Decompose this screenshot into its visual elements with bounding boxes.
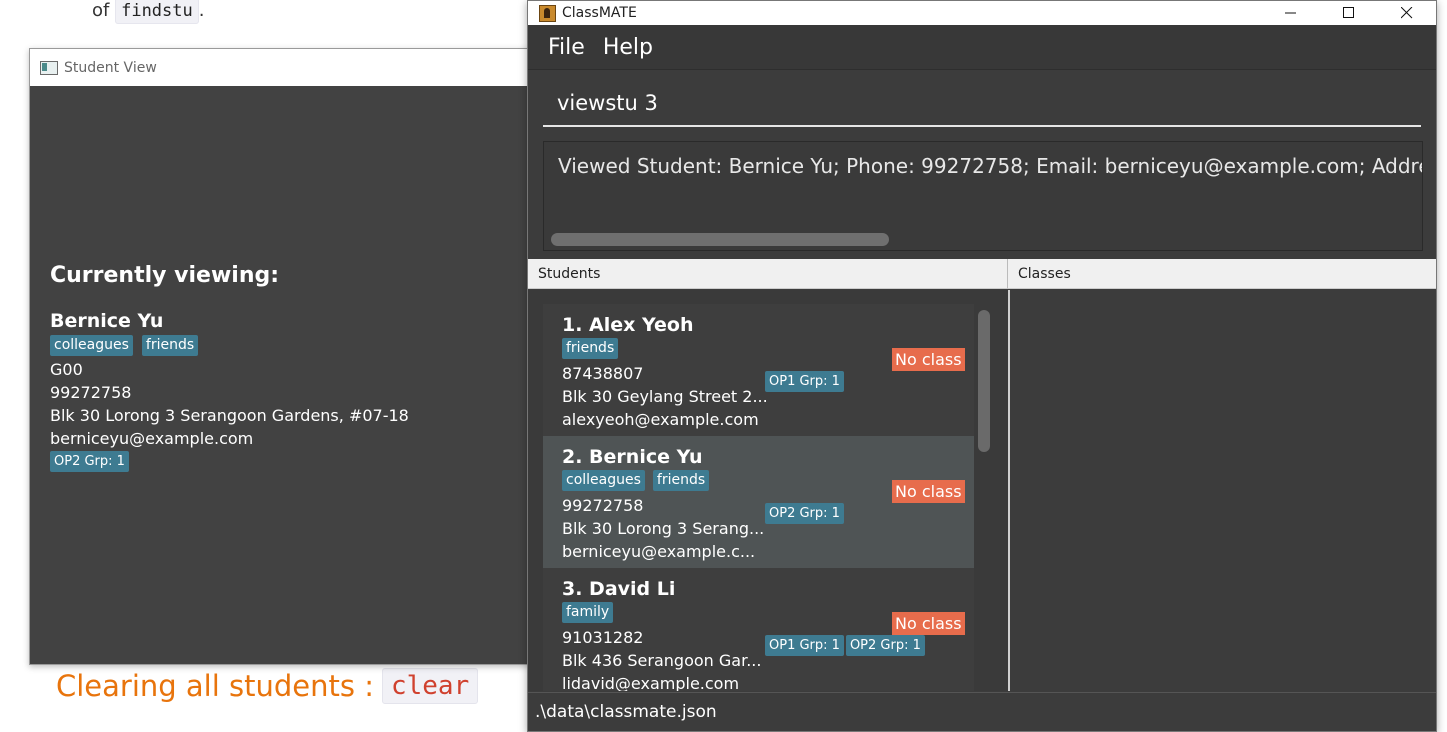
student-card-name: 3. David Li [562,578,676,600]
doc-heading-text: Clearing all students : [56,669,374,703]
no-class-badge: No class [892,612,965,635]
student-view-body: Currently viewing: Bernice Yu colleagues… [50,263,409,472]
no-class-badge: No class [892,480,965,503]
student-card-email: berniceyu@example.c... [562,542,756,561]
result-horizontal-scrollbar[interactable] [551,233,889,246]
window-app-icon [40,60,58,75]
tag-family: family [562,602,614,623]
student-card-phone: 87438807 [562,364,644,383]
student-address: Blk 30 Lorong 3 Serangoon Gardens, #07-1… [50,406,409,425]
student-card-tags: family [562,602,614,623]
student-card[interactable]: 1. Alex Yeoh friends 87438807 Blk 30 Gey… [543,304,974,436]
student-card-email: alexyeoh@example.com [562,410,759,429]
maximize-button[interactable] [1320,1,1378,25]
doc-code-clear: clear [381,668,479,704]
menu-file[interactable]: File [548,35,585,60]
maximize-icon [1343,7,1354,18]
classmate-app-icon [539,4,556,22]
student-card[interactable]: 3. David Li family 91031282 Blk 436 Sera… [543,568,974,691]
tag-friends: friends [562,338,619,359]
student-card-name: 1. Alex Yeoh [562,314,694,336]
student-card-tags: friends [562,338,619,359]
class-list[interactable] [1010,290,1436,691]
group-badge: OP1 Grp: 1 [765,371,844,392]
tag-friends: friends [141,335,199,356]
window-controls [1262,1,1436,25]
student-group-badge: OP2 Grp: 1 [50,451,129,472]
student-card-groups: OP1 Grp: 1 [765,371,844,392]
group-badge: OP1 Grp: 1 [765,635,844,656]
classmate-title: ClassMATE [562,5,637,21]
student-card-address: Blk 30 Geylang Street 2... [562,387,768,406]
menu-help[interactable]: Help [603,35,653,60]
command-box [543,83,1421,127]
students-panel-header: Students [528,259,1008,289]
student-card-address: Blk 30 Lorong 3 Serang... [562,519,765,538]
classmate-titlebar[interactable]: ClassMATE [528,1,1436,25]
currently-viewing-heading: Currently viewing: [50,263,280,288]
tag-colleagues: colleagues [562,470,645,491]
menu-bar: File Help [528,25,1436,70]
student-list-scrollbar[interactable] [978,310,990,452]
student-phone: 99272758 [50,383,132,402]
student-card-email: lidavid@example.com [562,674,740,691]
student-card-name: 2. Bernice Yu [562,446,703,468]
doc-code-findstu: findstu [115,0,199,24]
student-view-titlebar[interactable]: Student View [30,49,550,86]
student-card-groups: OP1 Grp: 1 OP2 Grp: 1 [765,635,925,656]
result-text: Viewed Student: Bernice Yu; Phone: 99272… [558,154,1422,178]
student-card-tags: colleagues friends [562,470,710,491]
close-icon [1401,7,1413,19]
doc-section-heading: Clearing all students : clear [56,668,479,704]
student-class-code: G00 [50,360,83,379]
doc-prefix: of [92,0,110,21]
group-badge: OP2 Grp: 1 [765,503,844,524]
minimize-icon [1285,12,1296,14]
student-email: berniceyu@example.com [50,429,254,448]
student-view-title: Student View [64,59,157,76]
group-badge: OP2 Grp: 1 [845,635,925,656]
classes-panel-header: Classes [1008,259,1436,289]
status-bar: .\data\classmate.json [528,692,1436,731]
student-card-selected[interactable]: 2. Bernice Yu colleagues friends 9927275… [543,436,974,568]
doc-suffix: . [198,0,205,21]
doc-text-top: of findstu. [92,0,205,24]
student-card-phone: 99272758 [562,496,644,515]
student-list[interactable]: 1. Alex Yeoh friends 87438807 Blk 30 Gey… [528,290,1010,691]
student-tags: colleagues friends [50,335,409,356]
minimize-button[interactable] [1262,1,1320,25]
command-input[interactable] [543,83,1409,123]
no-class-badge: No class [892,348,965,371]
student-name: Bernice Yu [50,310,164,332]
classmate-window: ClassMATE File Help Viewed Student: Bern… [527,0,1437,732]
result-display[interactable]: Viewed Student: Bernice Yu; Phone: 99272… [543,141,1423,251]
student-card-phone: 91031282 [562,628,644,647]
close-button[interactable] [1378,1,1436,25]
tag-colleagues: colleagues [50,335,133,356]
student-card-groups: OP2 Grp: 1 [765,503,844,524]
student-view-window: Student View Currently viewing: Bernice … [29,48,551,665]
tag-friends: friends [652,470,710,491]
data-file-path: .\data\classmate.json [535,702,717,722]
student-card-address: Blk 436 Serangoon Gar... [562,651,762,670]
